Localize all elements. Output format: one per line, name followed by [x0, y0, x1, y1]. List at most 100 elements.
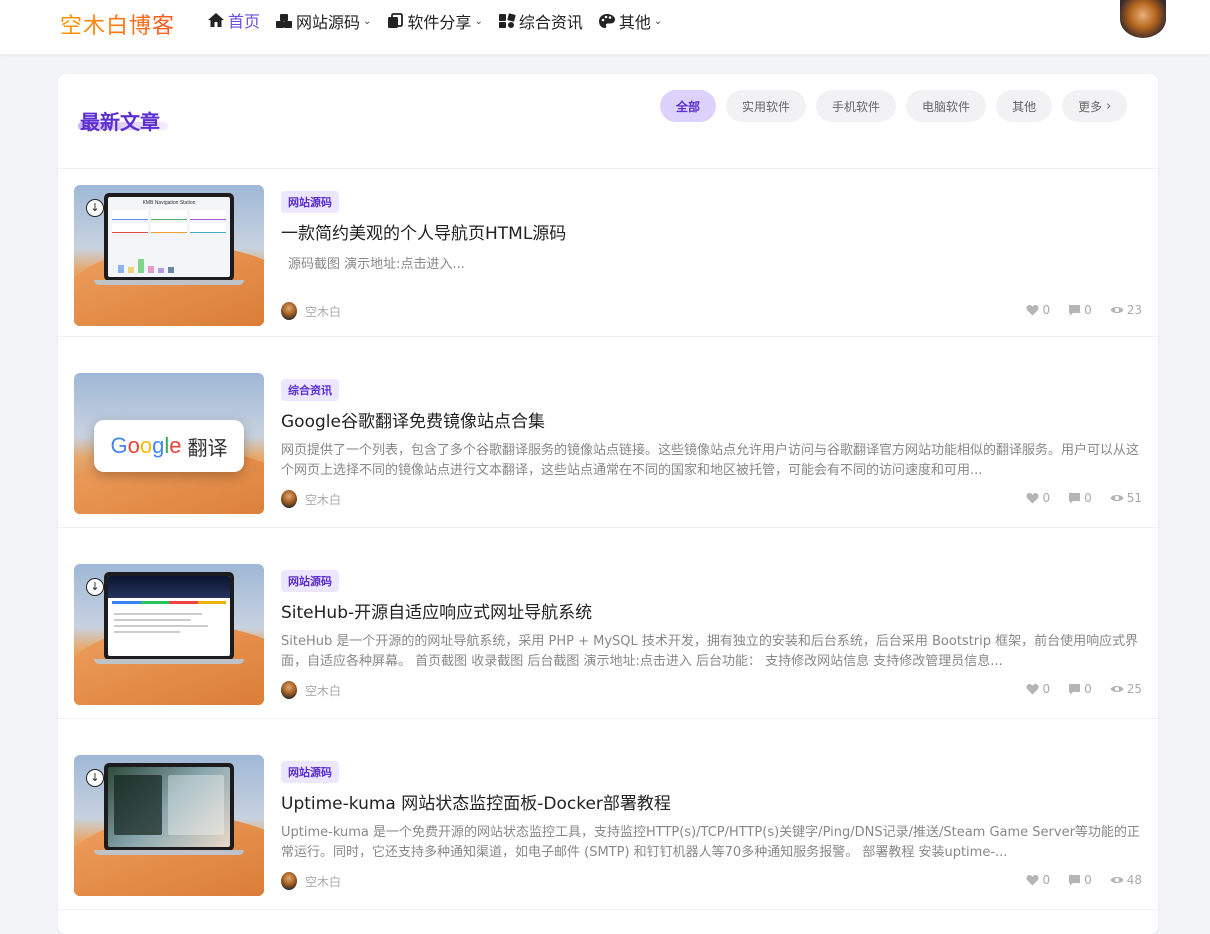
site-logo[interactable]: 空木白博客: [60, 8, 175, 40]
post-excerpt: 源码截图 演示地址:点击进入...: [288, 257, 465, 272]
laptop-screen: [108, 576, 230, 656]
thumb-link-rows: [108, 607, 230, 639]
thumb-translate-text: 翻译: [187, 435, 228, 460]
likes-value: 0: [1042, 873, 1051, 887]
view-count: 23: [1110, 303, 1142, 317]
comment-icon: [1069, 684, 1081, 695]
divider: [58, 336, 1158, 337]
filter-utility-software[interactable]: 实用软件: [726, 90, 807, 122]
likes-value: 0: [1042, 682, 1051, 696]
filter-pc-software[interactable]: 电脑软件: [906, 90, 987, 122]
like-count[interactable]: 0: [1026, 873, 1050, 887]
comment-icon: [1069, 305, 1081, 316]
post-author[interactable]: 空木白: [281, 302, 341, 320]
eye-icon: [1110, 495, 1124, 501]
thumb-header-band: [108, 576, 230, 598]
comments-value: 0: [1084, 682, 1092, 696]
post-item[interactable]: Google 翻译 综合资讯 Google谷歌翻译免费镜像站点合集 网页提供了一…: [74, 373, 1142, 514]
category-tag[interactable]: 网站源码: [281, 761, 339, 783]
views-value: 48: [1126, 873, 1142, 887]
laptop-screen: [108, 767, 230, 847]
thumb-panel: [114, 775, 162, 835]
like-count[interactable]: 0: [1026, 303, 1050, 317]
category-filters: 全部 实用软件 手机软件 电脑软件 其他 更多 ›: [660, 90, 1137, 122]
post-item[interactable]: ↓ 网站源码 SiteHub-开源自适应响应式网址导航系统 SiteHub 是一…: [74, 564, 1142, 705]
likes-value: 0: [1042, 303, 1051, 317]
nav-item-home[interactable]: 首页: [206, 0, 275, 42]
author-avatar: [281, 872, 297, 890]
post-stats: 0 0 48: [1008, 873, 1142, 887]
post-stats: 0 0 25: [1008, 682, 1142, 696]
comment-count[interactable]: 0: [1068, 491, 1092, 505]
post-item[interactable]: ↓ 网站源码 Uptime-kuma 网站状态监控面板-Docker部署教程 U…: [74, 755, 1142, 896]
post-thumbnail[interactable]: ↓: [74, 755, 264, 896]
laptop-base: [94, 280, 244, 285]
comment-count[interactable]: 0: [1068, 682, 1092, 696]
post-excerpt: 网页提供了一个列表，包含了多个谷歌翻译服务的镜像站点链接。这些镜像站点允许用户访…: [281, 443, 1140, 478]
google-translate-card: Google 翻译: [94, 420, 244, 472]
post-item[interactable]: KMB Navigation Station ↓ 网站源码 一款简约美观的个人导…: [74, 185, 1142, 326]
post-thumbnail[interactable]: Google 翻译: [74, 373, 264, 514]
comments-value: 0: [1084, 491, 1092, 505]
nav-item-news[interactable]: 综合资讯: [497, 0, 597, 42]
chevron-right-icon: ›: [1106, 98, 1112, 114]
top-navbar: 空木白博客 首页 网站源码 ⌄ 软件分享 ⌄ 综合资讯 其他 ⌄: [0, 0, 1210, 54]
post-title[interactable]: 一款简约美观的个人导航页HTML源码: [281, 219, 566, 244]
post-excerpt: SiteHub 是一个开源的的网址导航系统，采用 PHP + MySQL 技术开…: [281, 634, 1139, 669]
filter-other[interactable]: 其他: [996, 90, 1053, 122]
nav-label-news: 综合资讯: [518, 13, 583, 32]
author-name: 空木白: [305, 492, 342, 507]
post-title[interactable]: Google谷歌翻译免费镜像站点合集: [281, 407, 545, 432]
divider: [58, 718, 1158, 719]
post-author[interactable]: 空木白: [281, 872, 341, 890]
latest-posts-card: 最新文章 全部 实用软件 手机软件 电脑软件 其他 更多 › KMB Navig…: [58, 74, 1158, 934]
post-stats: 0 0 51: [1008, 491, 1142, 505]
download-icon: ↓: [86, 578, 104, 596]
nav-label-other: 其他: [618, 13, 651, 32]
views-value: 51: [1126, 491, 1142, 505]
laptop-mockup: KMB Navigation Station: [104, 193, 234, 281]
post-stats: 0 0 23: [1008, 303, 1142, 317]
author-avatar: [281, 490, 297, 508]
post-title[interactable]: Uptime-kuma 网站状态监控面板-Docker部署教程: [281, 789, 671, 814]
nav-label-home: 首页: [228, 12, 261, 31]
laptop-mockup: [104, 763, 234, 851]
eye-icon: [1110, 686, 1124, 692]
filter-mobile-software[interactable]: 手机软件: [816, 90, 897, 122]
chevron-down-icon: ⌄: [363, 15, 372, 27]
filter-more[interactable]: 更多 ›: [1062, 90, 1128, 122]
category-tag[interactable]: 网站源码: [281, 191, 339, 213]
like-count[interactable]: 0: [1026, 682, 1050, 696]
comment-count[interactable]: 0: [1068, 873, 1092, 887]
thumb-panel-right: [168, 775, 224, 835]
filter-more-label: 更多: [1078, 99, 1103, 114]
chevron-down-icon: ⌄: [474, 15, 483, 27]
dice-icon: [497, 12, 517, 30]
category-tag[interactable]: 综合资讯: [281, 379, 339, 401]
download-icon: ↓: [86, 769, 104, 787]
home-icon: [206, 11, 226, 29]
nav-label-source-code: 网站源码: [296, 13, 361, 32]
comment-count[interactable]: 0: [1068, 303, 1092, 317]
views-value: 25: [1126, 682, 1142, 696]
section-title: 最新文章: [80, 110, 160, 134]
post-thumbnail[interactable]: ↓: [74, 564, 264, 705]
post-thumbnail[interactable]: KMB Navigation Station ↓: [74, 185, 264, 326]
post-author[interactable]: 空木白: [281, 490, 341, 508]
nav-item-software[interactable]: 软件分享 ⌄: [385, 0, 496, 42]
nav-label-software: 软件分享: [407, 13, 472, 32]
view-count: 51: [1110, 491, 1142, 505]
laptop-base: [94, 659, 244, 664]
user-avatar[interactable]: [1120, 0, 1166, 38]
post-title[interactable]: SiteHub-开源自适应响应式网址导航系统: [281, 598, 592, 623]
eye-icon: [1110, 877, 1124, 883]
nav-item-other[interactable]: 其他 ⌄: [597, 0, 676, 42]
like-count[interactable]: 0: [1026, 491, 1050, 505]
post-author[interactable]: 空木白: [281, 681, 341, 699]
copy-icon: [385, 12, 405, 30]
author-name: 空木白: [305, 874, 342, 889]
category-tag[interactable]: 网站源码: [281, 570, 339, 592]
nav-item-source-code[interactable]: 网站源码 ⌄: [274, 0, 385, 42]
laptop-mockup: [104, 572, 234, 660]
filter-all[interactable]: 全部: [660, 90, 717, 122]
